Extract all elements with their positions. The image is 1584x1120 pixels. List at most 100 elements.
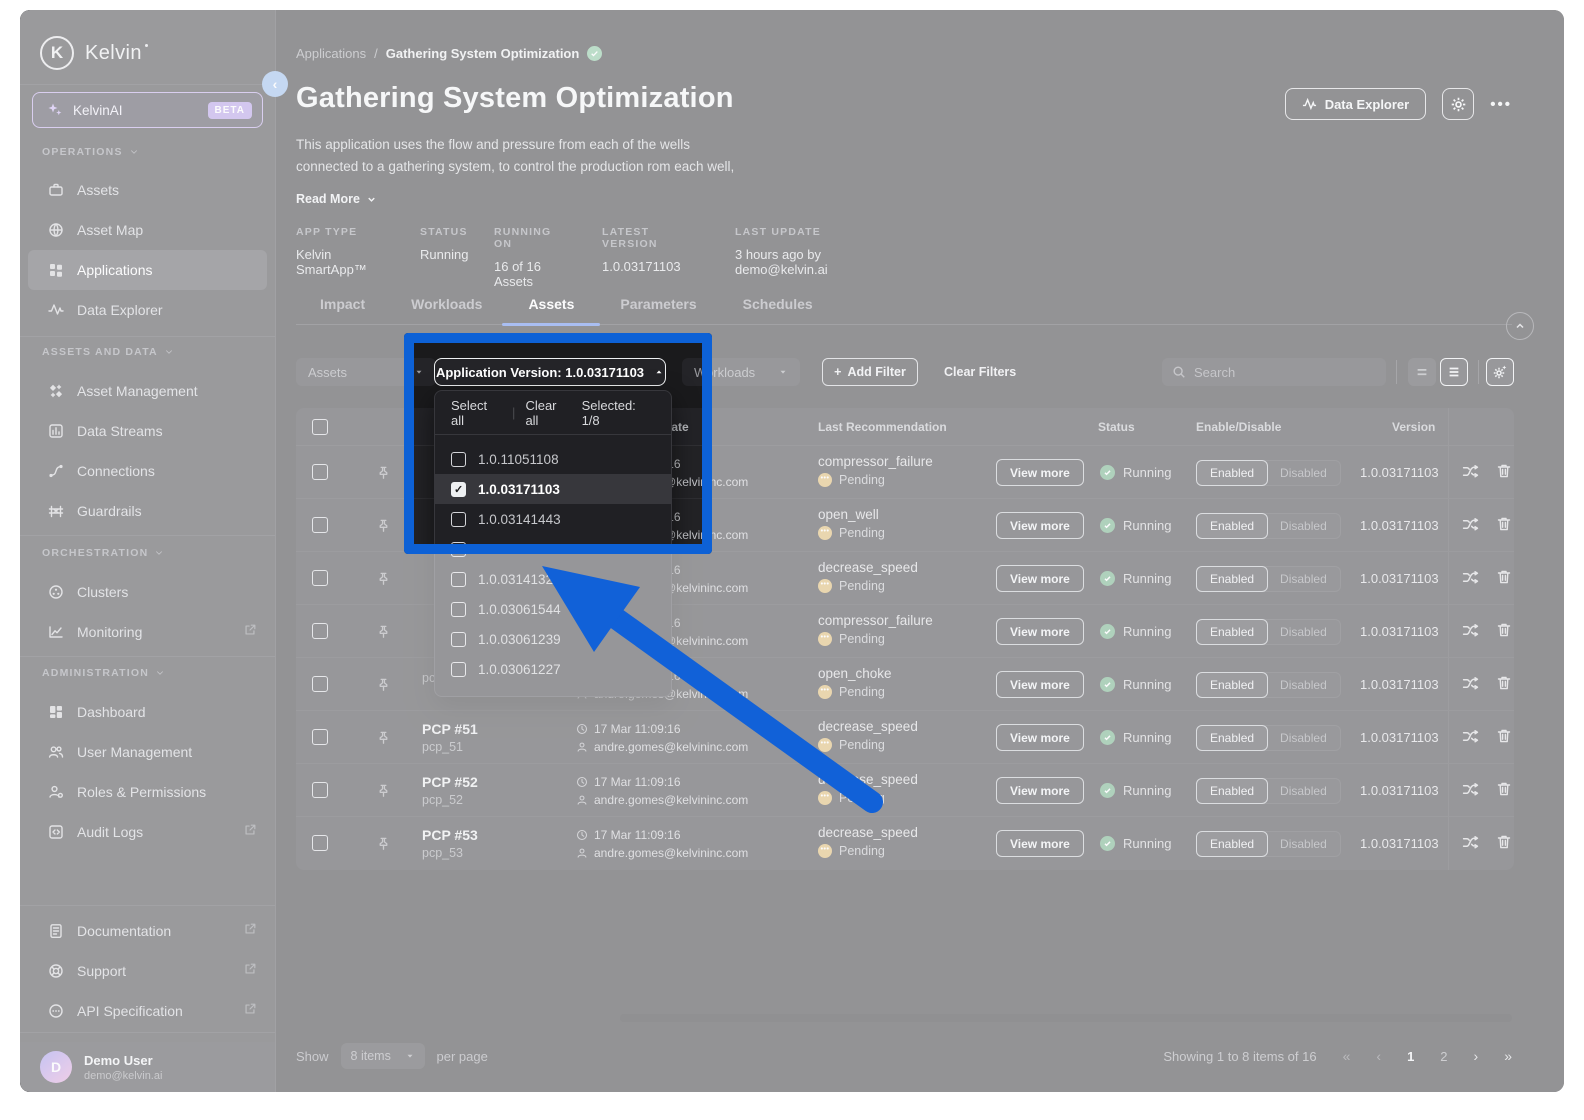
sidebar-item-guardrails[interactable]: Guardrails: [28, 491, 267, 531]
read-more-toggle[interactable]: Read More: [296, 192, 377, 206]
disabled-button[interactable]: Disabled: [1264, 725, 1341, 751]
row-checkbox[interactable]: [312, 623, 328, 639]
pin-icon[interactable]: [376, 783, 391, 803]
add-filter-button[interactable]: + Add Filter: [822, 358, 918, 386]
disabled-button[interactable]: Disabled: [1264, 672, 1341, 698]
delete-icon[interactable]: [1496, 463, 1512, 482]
first-page-button[interactable]: «: [1343, 1048, 1351, 1064]
sidebar-item-dashboard[interactable]: Dashboard: [28, 692, 267, 732]
application-version-filter-dropdown[interactable]: Application Version: 1.0.03171103: [434, 358, 666, 386]
trend-icon[interactable]: [1462, 675, 1479, 695]
clear-all-link[interactable]: Clear all: [525, 398, 571, 428]
row-checkbox[interactable]: [312, 782, 328, 798]
trend-icon[interactable]: [1462, 463, 1479, 483]
delete-icon[interactable]: [1496, 622, 1512, 641]
delete-icon[interactable]: [1496, 675, 1512, 694]
version-option-1-0-03061544[interactable]: 1.0.03061544: [435, 594, 671, 624]
page-2-button[interactable]: 2: [1440, 1049, 1447, 1064]
version-option-1-0-03141325[interactable]: 1.0.03141325: [435, 564, 671, 594]
sidebar-section-administration[interactable]: ADMINISTRATION: [42, 667, 165, 679]
version-option-1-0-03141415[interactable]: 1.0.03141415: [435, 534, 671, 564]
tab-workloads[interactable]: Workloads: [411, 292, 482, 324]
disabled-button[interactable]: Disabled: [1264, 619, 1341, 645]
trend-icon[interactable]: [1462, 728, 1479, 748]
trend-icon[interactable]: [1462, 781, 1479, 801]
delete-icon[interactable]: [1496, 569, 1512, 588]
disabled-button[interactable]: Disabled: [1264, 831, 1341, 857]
select-all-link[interactable]: Select all: [451, 398, 502, 428]
delete-icon[interactable]: [1496, 728, 1512, 747]
version-option-1-0-03061227[interactable]: 1.0.03061227: [435, 654, 671, 684]
enabled-button[interactable]: Enabled: [1196, 831, 1268, 857]
sidebar-section-orchestration[interactable]: ORCHESTRATION: [42, 547, 164, 559]
view-more-button[interactable]: View more: [996, 565, 1084, 592]
pin-icon[interactable]: [376, 836, 391, 856]
delete-icon[interactable]: [1496, 834, 1512, 853]
pin-icon[interactable]: [376, 624, 391, 644]
pin-icon[interactable]: [376, 465, 391, 485]
disabled-button[interactable]: Disabled: [1264, 460, 1341, 486]
previous-page-button[interactable]: ‹: [1376, 1048, 1381, 1064]
page-1-button[interactable]: 1: [1407, 1049, 1414, 1064]
tab-impact[interactable]: Impact: [320, 292, 365, 324]
sidebar-collapse-button[interactable]: ‹: [262, 71, 288, 97]
clear-filters-button[interactable]: Clear Filters: [944, 358, 1016, 386]
sidebar-item-assets[interactable]: Assets: [28, 170, 267, 210]
search-input[interactable]: [1194, 365, 1376, 380]
row-checkbox[interactable]: [312, 729, 328, 745]
view-more-button[interactable]: View more: [996, 671, 1084, 698]
view-more-button[interactable]: View more: [996, 777, 1084, 804]
sidebar-item-audit-logs[interactable]: Audit Logs: [28, 812, 267, 852]
sidebar-item-data-explorer[interactable]: Data Explorer: [28, 290, 267, 330]
sidebar-item-documentation[interactable]: Documentation: [28, 911, 267, 951]
sidebar-item-api-specification[interactable]: API Specification: [28, 991, 267, 1031]
disabled-button[interactable]: Disabled: [1264, 566, 1341, 592]
version-option-1-0-11051108[interactable]: 1.0.11051108: [435, 444, 671, 474]
pin-icon[interactable]: [376, 571, 391, 591]
pin-icon[interactable]: [376, 677, 391, 697]
trend-icon[interactable]: [1462, 516, 1479, 536]
delete-icon[interactable]: [1496, 516, 1512, 535]
delete-icon[interactable]: [1496, 781, 1512, 800]
version-option-1-0-03061239[interactable]: 1.0.03061239: [435, 624, 671, 654]
enabled-button[interactable]: Enabled: [1196, 778, 1268, 804]
data-explorer-button[interactable]: Data Explorer: [1285, 88, 1427, 120]
sidebar-item-applications[interactable]: Applications: [28, 250, 267, 290]
sidebar-item-asset-management[interactable]: Asset Management: [28, 371, 267, 411]
asset-name[interactable]: PCP #51: [422, 721, 478, 737]
collapse-header-button[interactable]: [1506, 312, 1534, 340]
disabled-button[interactable]: Disabled: [1264, 778, 1341, 804]
sidebar-item-user-management[interactable]: User Management: [28, 732, 267, 772]
sidebar-item-roles-permissions[interactable]: Roles & Permissions: [28, 772, 267, 812]
enabled-button[interactable]: Enabled: [1196, 672, 1268, 698]
last-page-button[interactable]: »: [1504, 1048, 1512, 1064]
enabled-button[interactable]: Enabled: [1196, 513, 1268, 539]
sidebar-item-support[interactable]: Support: [28, 951, 267, 991]
trend-icon[interactable]: [1462, 622, 1479, 642]
sidebar-item-data-streams[interactable]: Data Streams: [28, 411, 267, 451]
version-option-1-0-03171103[interactable]: 1.0.03171103: [435, 474, 671, 504]
view-more-button[interactable]: View more: [996, 618, 1084, 645]
view-more-button[interactable]: View more: [996, 724, 1084, 751]
pin-icon[interactable]: [376, 518, 391, 538]
assets-filter-dropdown[interactable]: Assets: [296, 358, 436, 386]
enabled-button[interactable]: Enabled: [1196, 460, 1268, 486]
table-settings-button[interactable]: [1486, 358, 1514, 386]
row-checkbox[interactable]: [312, 570, 328, 586]
trend-icon[interactable]: [1462, 834, 1479, 854]
sidebar-item-connections[interactable]: Connections: [28, 451, 267, 491]
breadcrumb-applications[interactable]: Applications: [296, 46, 366, 61]
tab-schedules[interactable]: Schedules: [743, 292, 813, 324]
workloads-filter-dropdown[interactable]: Workloads: [682, 358, 800, 386]
enabled-button[interactable]: Enabled: [1196, 566, 1268, 592]
comfortable-view-toggle[interactable]: [1440, 358, 1468, 386]
select-all-checkbox[interactable]: [312, 419, 328, 435]
settings-gear-button[interactable]: [1442, 88, 1474, 120]
version-option-1-0-03141443[interactable]: 1.0.03141443: [435, 504, 671, 534]
pin-icon[interactable]: [376, 730, 391, 750]
view-more-button[interactable]: View more: [996, 512, 1084, 539]
sidebar-item-kelvinai[interactable]: KelvinAI BETA: [32, 92, 263, 128]
next-page-button[interactable]: ›: [1474, 1048, 1479, 1064]
page-size-select[interactable]: 8 items: [341, 1043, 425, 1069]
row-checkbox[interactable]: [312, 464, 328, 480]
